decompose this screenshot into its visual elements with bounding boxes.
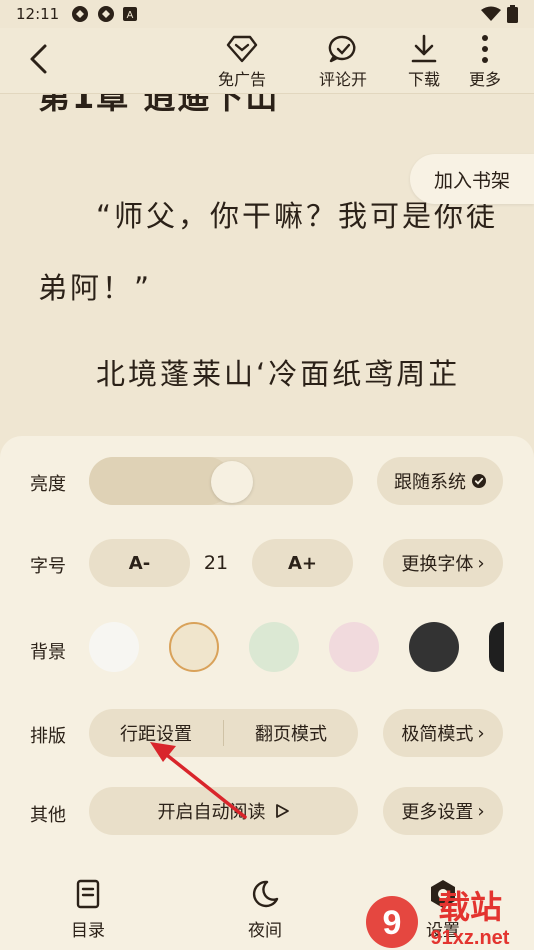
more-label: 更多: [469, 70, 502, 89]
ad-free-diamond-icon: [226, 35, 258, 63]
reader-toolbar: 免广告 评论开 下载 更多: [0, 28, 534, 94]
back-arrow-icon: [30, 44, 47, 74]
minimal-mode-button[interactable]: 极简模式 ›: [383, 709, 503, 757]
paragraph: 弟阿！”: [38, 271, 153, 305]
chevron-right-icon: ›: [477, 722, 485, 744]
change-font-label: 更换字体: [401, 554, 474, 575]
download-label: 下载: [408, 70, 441, 89]
more-settings-label: 更多设置: [401, 802, 474, 823]
notification-app-icon: [72, 6, 89, 22]
notification-app-icon: [98, 6, 115, 22]
moon-icon: [252, 880, 279, 908]
font-decrease-button[interactable]: A-: [89, 539, 190, 587]
auto-read-label: 开启自动阅读: [157, 802, 266, 823]
watermark-logo: 9 载站 91xz.net: [362, 878, 534, 950]
auto-read-button[interactable]: 开启自动阅读: [89, 787, 358, 835]
follow-system-button[interactable]: 跟随系统: [377, 457, 503, 505]
background-swatch[interactable]: [489, 622, 504, 672]
comment-toggle-label: 评论开: [319, 70, 368, 89]
catalog-icon: [76, 879, 100, 909]
ad-free-button[interactable]: 免广告: [218, 32, 266, 90]
wifi-icon: [481, 6, 501, 21]
nav-night-label: 夜间: [248, 921, 282, 941]
back-button[interactable]: [22, 42, 54, 76]
status-bar: 12:11 A: [0, 0, 534, 28]
background-swatch[interactable]: [169, 622, 219, 672]
change-font-button[interactable]: 更换字体 ›: [383, 539, 503, 587]
svg-text:9: 9: [383, 904, 402, 942]
font-size-value: 21: [203, 552, 229, 574]
more-vertical-icon: [482, 35, 488, 63]
status-system-icons: [481, 5, 518, 23]
other-label: 其他: [30, 805, 66, 826]
brightness-slider[interactable]: [89, 457, 353, 505]
check-circle-icon: [472, 474, 486, 488]
font-size-label: 字号: [30, 556, 66, 577]
ad-free-label: 免广告: [218, 70, 267, 89]
battery-icon: [507, 5, 518, 23]
background-swatch[interactable]: [409, 622, 459, 672]
paragraph: 北境蓬莱山‘冷面纸鸢周芷: [96, 357, 461, 391]
nav-catalog[interactable]: 目录: [71, 876, 105, 941]
download-icon: [411, 34, 437, 63]
play-icon: [275, 804, 289, 818]
font-increase-button[interactable]: A+: [252, 539, 353, 587]
status-notification-icons: A: [71, 5, 138, 23]
background-swatch[interactable]: [249, 622, 299, 672]
nav-catalog-label: 目录: [71, 921, 105, 941]
svg-text:91xz.net: 91xz.net: [431, 927, 510, 949]
more-button[interactable]: 更多: [469, 32, 501, 90]
comment-toggle-button[interactable]: 评论开: [319, 32, 367, 90]
nav-night-mode[interactable]: 夜间: [248, 876, 282, 941]
background-swatch[interactable]: [89, 622, 139, 672]
more-settings-button[interactable]: 更多设置 ›: [383, 787, 503, 835]
background-label: 背景: [30, 642, 66, 663]
reading-content[interactable]: 第1章 逍遥下山 “师父，你干嘛？我可是你徒 弟阿！” 北境蓬莱山‘冷面纸鸢周芷…: [0, 94, 534, 454]
page-turn-mode-button[interactable]: 翻页模式: [224, 720, 358, 746]
notification-a-icon: A: [123, 7, 138, 21]
status-time: 12:11: [16, 5, 60, 23]
brightness-thumb[interactable]: [210, 461, 253, 503]
line-spacing-button[interactable]: 行距设置: [89, 720, 223, 746]
layout-segment-group: 行距设置 翻页模式: [89, 709, 358, 757]
download-button[interactable]: 下载: [408, 32, 440, 90]
layout-label: 排版: [30, 726, 66, 747]
comment-bubble-icon: [328, 35, 356, 63]
svg-text:载站: 载站: [438, 888, 502, 926]
background-swatch[interactable]: [329, 622, 379, 672]
minimal-mode-label: 极简模式: [401, 724, 474, 745]
chevron-right-icon: ›: [477, 552, 485, 574]
chevron-right-icon: ›: [477, 800, 485, 822]
brightness-label: 亮度: [30, 474, 66, 495]
chapter-title: 第1章 逍遥下山: [38, 94, 280, 116]
follow-system-label: 跟随系统: [394, 472, 466, 493]
add-to-shelf-button[interactable]: 加入书架: [410, 154, 534, 204]
svg-text:A: A: [127, 10, 134, 21]
